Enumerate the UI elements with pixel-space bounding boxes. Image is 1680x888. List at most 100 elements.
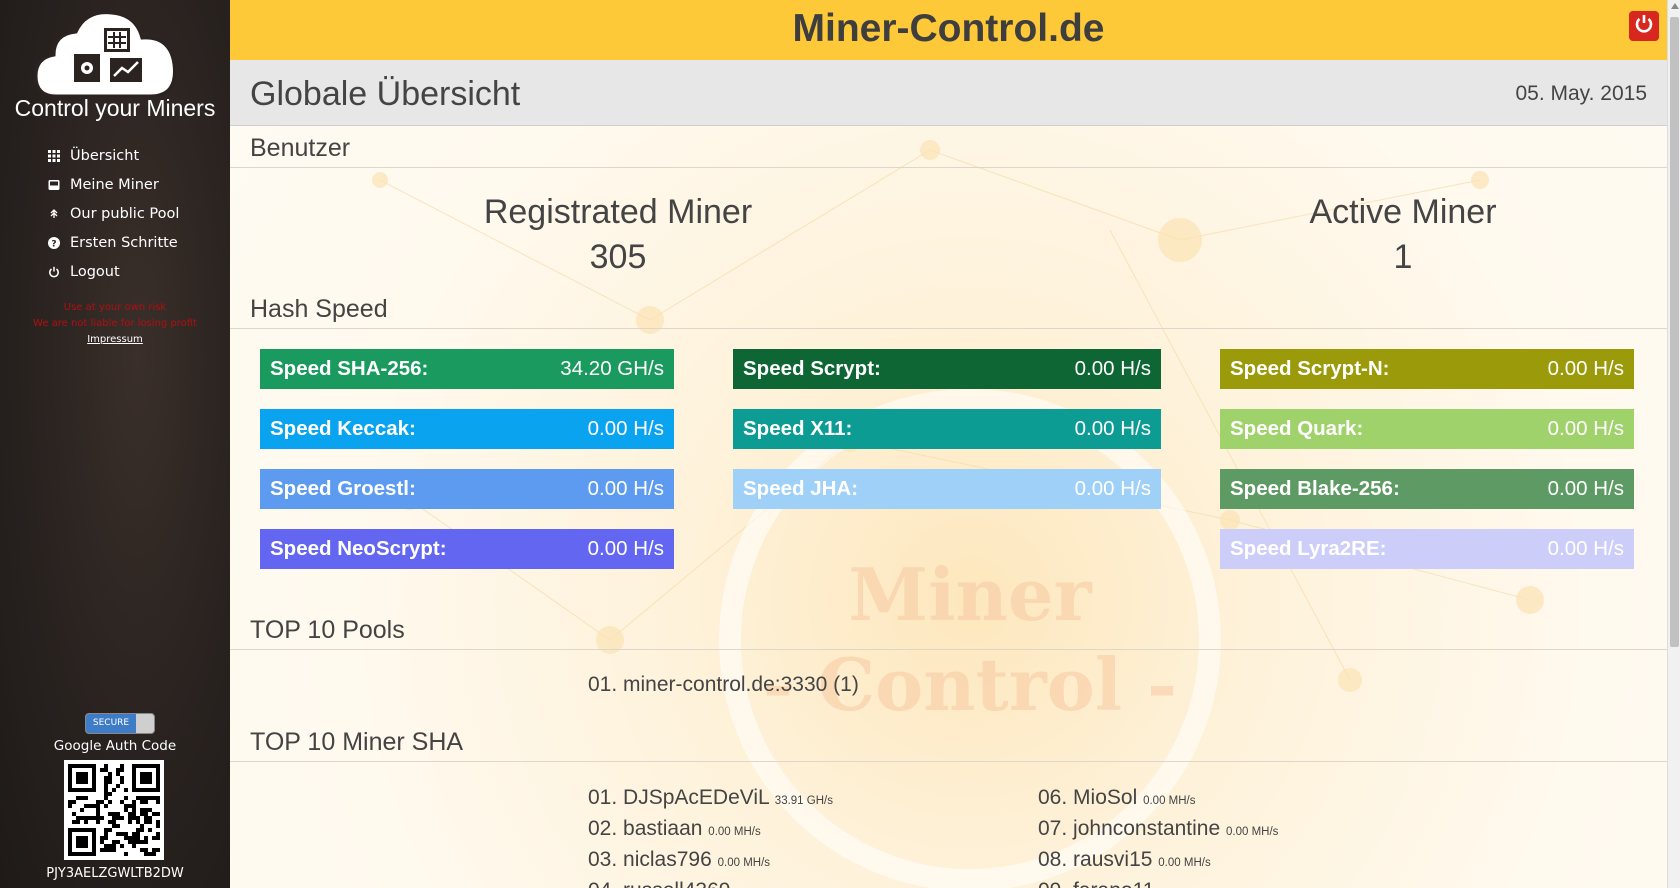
miner-rank: 07. — [1038, 817, 1068, 840]
speed-box: Speed Scrypt: 0.00 H/s — [733, 349, 1161, 389]
miner-speed: 0.00 MH/s — [708, 826, 761, 838]
sidebar-item-label: Logout — [70, 263, 120, 280]
scrollbar[interactable] — [1667, 0, 1680, 888]
miner-item: 08. rausvi15 0.00 MH/s — [1038, 848, 1211, 872]
miner-item: 04. russell4369 — [588, 879, 730, 888]
speed-box: Speed Quark: 0.00 H/s — [1220, 409, 1634, 449]
speed-box: Speed SHA-256: 34.20 GH/s — [260, 349, 674, 389]
section-top-pools: TOP 10 Pools — [230, 600, 1667, 650]
section-title: Hash Speed — [250, 295, 388, 323]
svg-text:?: ? — [51, 239, 56, 249]
speed-value: 0.00 H/s — [1547, 417, 1624, 440]
miner-item: 07. johnconstantine 0.00 MH/s — [1038, 817, 1278, 841]
speed-name: Speed Quark: — [1230, 417, 1364, 440]
speed-box: Speed Keccak: 0.00 H/s — [260, 409, 674, 449]
disclaimer: Use at your own risk We are not liable f… — [0, 300, 230, 332]
miner-item: 09. farano11 — [1038, 879, 1154, 888]
speed-value: 34.20 GH/s — [560, 357, 664, 380]
google-auth-label: Google Auth Code — [53, 738, 177, 754]
sidebar-item-label: Ersten Schritte — [70, 234, 178, 251]
sidebar-nav: Übersicht Meine Miner Our public Pool ? … — [48, 141, 179, 286]
section-benutzer: Benutzer — [230, 126, 1667, 168]
speed-name: Speed Groestl: — [270, 477, 416, 500]
stat-label: Active Miner — [1309, 193, 1497, 231]
site-title: Miner-Control.de — [792, 7, 1105, 50]
miner-rank: 04. — [588, 879, 617, 888]
speed-value: 0.00 H/s — [1074, 417, 1151, 440]
speed-box: Speed Groestl: 0.00 H/s — [260, 469, 674, 509]
sidebar-item-uebersicht[interactable]: Übersicht — [48, 141, 179, 170]
brand-text: Control your Miners — [14, 95, 216, 121]
speed-value: 0.00 H/s — [587, 477, 664, 500]
speed-name: Speed Scrypt: — [743, 357, 881, 380]
speed-box: Speed NeoScrypt: 0.00 H/s — [260, 529, 674, 569]
sidebar-item-label: Our public Pool — [70, 205, 180, 222]
scroll-up-arrow[interactable] — [1671, 3, 1679, 9]
disclaimer-line: We are not liable for losing profit — [33, 318, 197, 329]
sidebar-item-label: Meine Miner — [70, 176, 159, 193]
miner-name: niclas796 — [623, 848, 712, 871]
speed-value: 0.00 H/s — [587, 537, 664, 560]
speed-value: 0.00 H/s — [1547, 537, 1624, 560]
power-icon — [48, 266, 70, 278]
miner-rank: 08. — [1038, 848, 1068, 871]
miner-speed: 33.91 GH/s — [774, 795, 833, 807]
scrollbar-thumb[interactable] — [1670, 17, 1679, 647]
cloud-miners-logo — [34, 11, 176, 98]
speed-box: Speed Scrypt-N: 0.00 H/s — [1220, 349, 1634, 389]
grid-icon — [48, 149, 70, 162]
miner-name: rausvi15 — [1073, 848, 1153, 871]
speed-value: 0.00 H/s — [587, 417, 664, 440]
speed-box: Speed Blake-256: 0.00 H/s — [1220, 469, 1634, 509]
miner-speed: 0.00 MH/s — [717, 857, 771, 869]
sidebar-item-label: Übersicht — [70, 147, 140, 164]
page-date: 05. May. 2015 — [1515, 82, 1647, 105]
speed-value: 0.00 H/s — [1547, 477, 1624, 500]
secure-toggle[interactable]: SECURE — [85, 713, 155, 734]
miner-speed: 0.00 MH/s — [1226, 826, 1279, 838]
page-title: Globale Übersicht — [250, 75, 521, 113]
main-content: Miner - Control - Miner-Control.de Globa… — [230, 0, 1667, 888]
active-miner-stat: Active Miner 1 — [1198, 193, 1608, 277]
speed-name: Speed Blake-256: — [1230, 477, 1400, 500]
speed-name: Speed SHA-256: — [270, 357, 429, 380]
speed-box: Speed X11: 0.00 H/s — [733, 409, 1161, 449]
stat-value: 1 — [1393, 238, 1413, 276]
miner-name: DJSpAcEDeViL — [623, 786, 769, 809]
speed-name: Speed NeoScrypt: — [270, 537, 447, 560]
stat-label: Registrated Miner — [483, 193, 753, 231]
sidebar-item-meine-miner[interactable]: Meine Miner — [48, 170, 179, 199]
speed-box: Speed Lyra2RE: 0.00 H/s — [1220, 529, 1634, 569]
impressum-link[interactable]: Impressum — [0, 334, 230, 345]
miner-item: 01. DJSpAcEDeViL 33.91 GH/s — [588, 786, 833, 810]
section-top-miners: TOP 10 Miner SHA — [230, 712, 1667, 762]
logout-button[interactable] — [1629, 11, 1659, 41]
section-hash-speed: Hash Speed — [230, 280, 1667, 329]
google-auth-code: PJY3AELZGWLTB2DW — [46, 866, 184, 881]
speed-name: Speed JHA: — [743, 477, 859, 500]
registered-miner-stat: Registrated Miner 305 — [413, 193, 823, 277]
sidebar-item-ersten-schritte[interactable]: ? Ersten Schritte — [48, 228, 179, 257]
miner-item: 02. bastiaan 0.00 MH/s — [588, 817, 761, 841]
speed-name: Speed X11: — [743, 417, 853, 440]
sidebar-item-logout[interactable]: Logout — [48, 257, 179, 286]
pool-item: 01. miner-control.de:3330 (1) — [588, 673, 859, 696]
miner-name: russell4369 — [623, 879, 730, 888]
speed-name: Speed Keccak: — [270, 417, 416, 440]
speed-value: 0.00 H/s — [1074, 477, 1151, 500]
speed-value: 0.00 H/s — [1547, 357, 1624, 380]
speed-name: Speed Scrypt-N: — [1230, 357, 1390, 380]
miner-item: 06. MioSol 0.00 MH/s — [1038, 786, 1196, 810]
pool-icon — [48, 208, 70, 220]
sidebar-item-public-pool[interactable]: Our public Pool — [48, 199, 179, 228]
speed-box: Speed JHA: 0.00 H/s — [733, 469, 1161, 509]
miner-speed: 0.00 MH/s — [1158, 857, 1211, 869]
section-title: Benutzer — [250, 134, 351, 162]
section-title: TOP 10 Miner SHA — [250, 728, 464, 756]
miner-rank: 09. — [1038, 879, 1067, 888]
miner-name: bastiaan — [623, 817, 703, 840]
speed-value: 0.00 H/s — [1074, 357, 1151, 380]
miner-name: farano11 — [1073, 879, 1154, 888]
sidebar: Control your Miners Übersicht Meine Mine… — [0, 0, 230, 888]
miner-item: 03. niclas796 0.00 MH/s — [588, 848, 770, 872]
